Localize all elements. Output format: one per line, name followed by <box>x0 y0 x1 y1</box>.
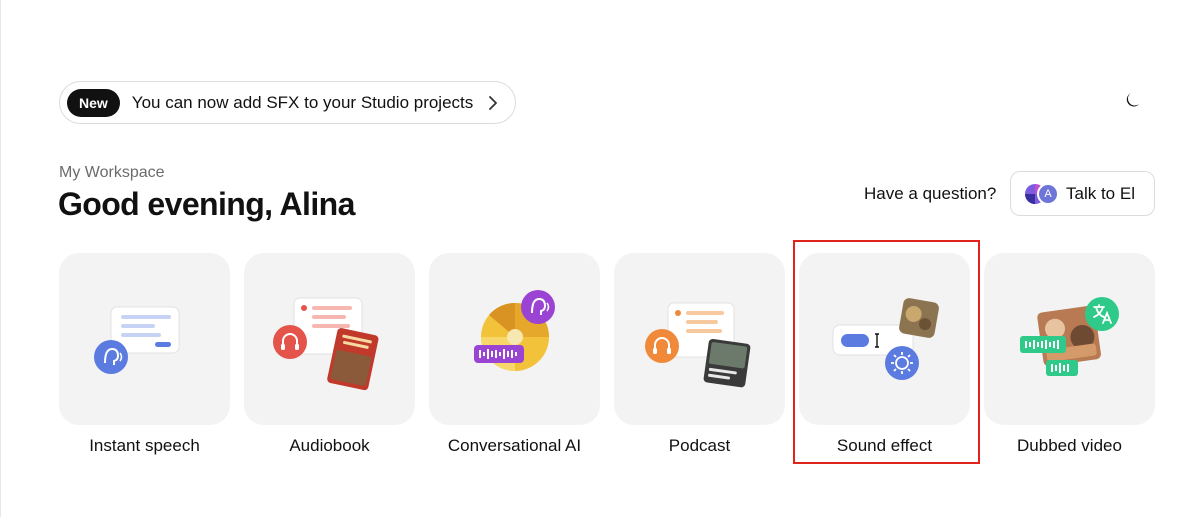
avatar-letter: A <box>1044 187 1052 200</box>
speech-icon <box>94 306 180 374</box>
moon-icon <box>1125 91 1143 114</box>
workspace-home: New You can now add SFX to your Studio p… <box>0 0 1200 517</box>
user-avatar: A <box>1037 182 1059 205</box>
talk-button-label: Talk to El <box>1066 183 1135 203</box>
card-label: Dubbed video <box>1017 436 1122 455</box>
announcement-banner[interactable]: New You can now add SFX to your Studio p… <box>59 81 517 124</box>
breadcrumb: My Workspace <box>59 164 165 181</box>
card-tile <box>984 253 1155 425</box>
card-label: Conversational AI <box>447 436 582 455</box>
card-instant-speech[interactable]: Instant speech <box>59 253 230 456</box>
talk-to-agent-button[interactable]: A Talk to El <box>1010 171 1155 216</box>
page-title: Good evening, Alina <box>58 186 355 222</box>
card-sound-effect[interactable]: Sound effect <box>799 253 970 456</box>
help-question-text: Have a question? <box>864 184 997 203</box>
card-tile <box>59 253 230 425</box>
announcement-text: You can now add SFX to your Studio proje… <box>131 92 474 112</box>
card-tile <box>799 253 970 425</box>
agent-orb-icon <box>474 290 555 371</box>
card-label: Sound effect <box>836 436 933 455</box>
card-conversational-ai[interactable]: Conversational AI <box>429 253 600 456</box>
new-badge: New <box>67 88 120 117</box>
card-podcast[interactable]: Podcast <box>614 253 785 456</box>
headphones-icon <box>273 297 379 391</box>
theme-toggle-button[interactable] <box>1122 90 1146 114</box>
podcast-icon <box>645 302 751 388</box>
card-label: Podcast <box>668 436 731 455</box>
translate-icon <box>1020 297 1119 376</box>
card-dubbed-video[interactable]: Dubbed video <box>984 253 1155 456</box>
card-label: Audiobook <box>289 436 370 455</box>
card-audiobook[interactable]: Audiobook <box>244 253 415 456</box>
feature-cards: Instant speech Audiobook Conversational … <box>59 253 1155 456</box>
agent-avatars: A <box>1024 182 1059 205</box>
chevron-right-icon <box>485 95 501 111</box>
card-label: Instant speech <box>89 436 200 455</box>
card-tile <box>614 253 785 425</box>
card-tile <box>429 253 600 425</box>
card-tile <box>244 253 415 425</box>
sound-effect-icon <box>832 298 939 380</box>
